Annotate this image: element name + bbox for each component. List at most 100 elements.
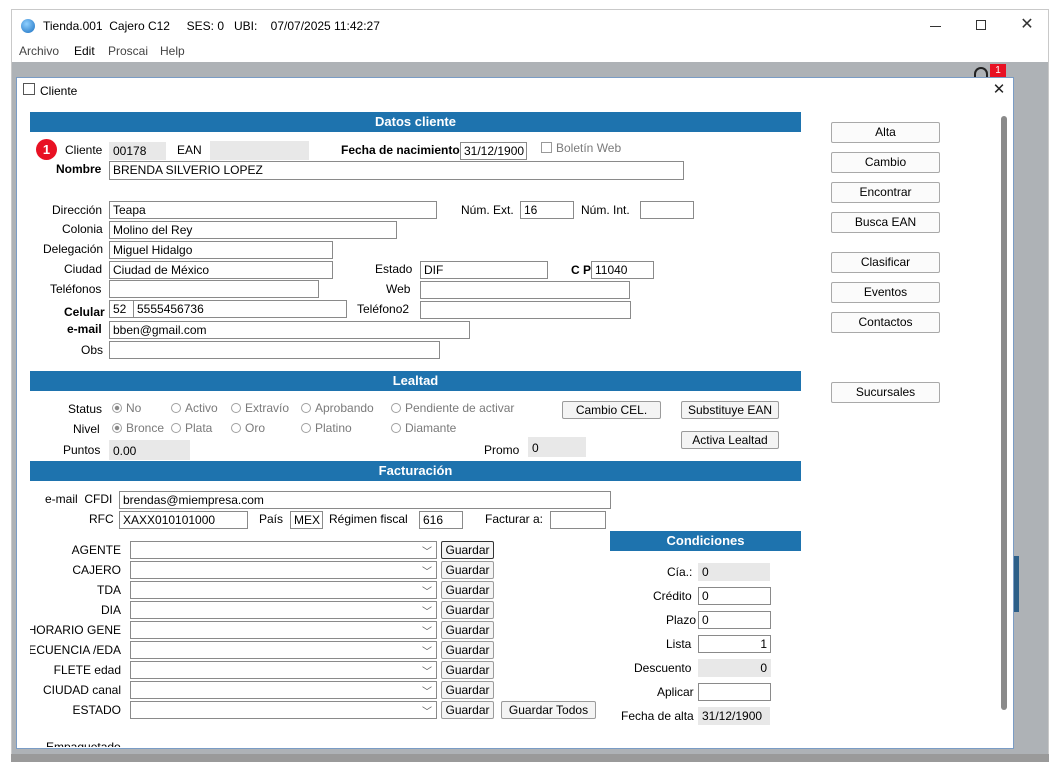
chevron-down-icon: ﹀ [422, 567, 432, 578]
frecuencia-dropdown[interactable]: ﹀ [130, 641, 437, 659]
maximize-icon[interactable] [967, 16, 997, 36]
status-radio-extravio[interactable]: Extravío [231, 401, 289, 415]
combo-label-ciudad-canal: CIUDAD canal [42, 683, 121, 697]
telefono2-label: Teléfono2 [357, 302, 410, 316]
obs-field[interactable] [109, 341, 440, 359]
pais-label: País [259, 512, 284, 526]
telefono2-field[interactable] [420, 301, 631, 319]
dia-dropdown[interactable]: ﹀ [130, 601, 437, 619]
cia-label: Cía.: [667, 565, 693, 579]
notification-badge: 1 [990, 64, 1006, 77]
web-field[interactable] [420, 281, 630, 299]
tda-dropdown[interactable]: ﹀ [130, 581, 437, 599]
telefonos-field[interactable] [109, 280, 319, 298]
frecuencia-guardar-button[interactable]: Guardar [441, 641, 494, 659]
num-int-field[interactable] [640, 201, 694, 219]
eventos-button[interactable]: Eventos [831, 282, 940, 303]
celular-lada-field[interactable]: 52 [109, 300, 134, 318]
nivel-radio-platino[interactable]: Platino [301, 421, 352, 435]
menu-archivo[interactable]: Archivo [19, 44, 59, 58]
status-radio-activo[interactable]: Activo [171, 401, 218, 415]
nivel-radio-diamante[interactable]: Diamante [391, 421, 456, 435]
estado-dropdown[interactable]: ﹀ [130, 701, 437, 719]
num-ext-field[interactable]: 16 [520, 201, 574, 219]
busca-ean-button[interactable]: Busca EAN [831, 212, 940, 233]
ciudad-canal-dropdown[interactable]: ﹀ [130, 681, 437, 699]
fecha-nacimiento-label: Fecha de nacimiento [341, 143, 460, 157]
sucursales-button[interactable]: Sucursales [831, 382, 940, 403]
app-globe-icon [21, 19, 35, 33]
chevron-down-icon: ﹀ [422, 607, 432, 618]
fecha-nacimiento-field[interactable]: 31/12/1900 [460, 142, 527, 160]
email-field[interactable]: bben@gmail.com [109, 321, 470, 339]
chevron-down-icon: ﹀ [422, 547, 432, 558]
contactos-button[interactable]: Contactos [831, 312, 940, 333]
estado-guardar-button[interactable]: Guardar [441, 701, 494, 719]
encontrar-button[interactable]: Encontrar [831, 182, 940, 203]
cambio-cel-button[interactable]: Cambio CEL. [562, 401, 661, 419]
ean-field[interactable] [210, 141, 309, 160]
ciudad-canal-guardar-button[interactable]: Guardar [441, 681, 494, 699]
facturar-a-field[interactable] [550, 511, 606, 529]
estado-field[interactable]: DIF [420, 261, 548, 279]
plazo-label: Plazo [666, 613, 697, 627]
dia-guardar-button[interactable]: Guardar [441, 601, 494, 619]
cliente-number-field[interactable]: 00178 [109, 142, 166, 160]
lista-field[interactable]: 1 [698, 635, 771, 653]
nivel-radio-bronce[interactable]: Bronce [112, 421, 164, 435]
pais-field[interactable]: MEX [290, 511, 323, 529]
menu-edit[interactable]: Edit [74, 44, 95, 58]
section-facturacion: Facturación [30, 461, 801, 481]
minimize-icon[interactable] [922, 16, 952, 36]
alta-button[interactable]: Alta [831, 122, 940, 143]
dialog-close-icon[interactable]: ✕ [989, 80, 1009, 98]
agente-dropdown[interactable]: ﹀ [130, 541, 437, 559]
combo-label-dia: DIA [100, 603, 121, 617]
activa-lealtad-button[interactable]: Activa Lealtad [681, 431, 779, 449]
email-cfdi-field[interactable]: brendas@miempresa.com [119, 491, 611, 509]
num-ext-label: Núm. Ext. [461, 203, 514, 217]
ciudad-field[interactable]: Ciudad de México [109, 261, 333, 279]
aplicar-field[interactable] [698, 683, 771, 701]
substituye-ean-button[interactable]: Substituye EAN [681, 401, 779, 419]
aplicar-label: Aplicar [657, 685, 694, 699]
menu-proscai[interactable]: Proscai [108, 44, 148, 58]
menu-help[interactable]: Help [160, 44, 185, 58]
agente-guardar-button[interactable]: Guardar [441, 541, 494, 559]
flete-dropdown[interactable]: ﹀ [130, 661, 437, 679]
cajero-dropdown[interactable]: ﹀ [130, 561, 437, 579]
vertical-scrollbar[interactable] [1001, 116, 1007, 710]
nivel-radio-oro[interactable]: Oro [231, 421, 265, 435]
credito-field[interactable]: 0 [698, 587, 771, 605]
cambio-button[interactable]: Cambio [831, 152, 940, 173]
status-radio-no[interactable]: No [112, 401, 141, 415]
clasificar-button[interactable]: Clasificar [831, 252, 940, 273]
horario-guardar-button[interactable]: Guardar [441, 621, 494, 639]
status-radio-pendiente[interactable]: Pendiente de activar [391, 401, 514, 415]
guardar-todos-button[interactable]: Guardar Todos [501, 701, 596, 719]
boletin-web-checkbox[interactable] [541, 142, 552, 153]
nombre-field[interactable]: BRENDA SILVERIO LOPEZ [109, 161, 684, 180]
plazo-field[interactable]: 0 [698, 611, 771, 629]
close-window-icon[interactable]: ✕ [1012, 14, 1042, 36]
delegacion-field[interactable]: Miguel Hidalgo [109, 241, 333, 259]
puntos-label: Puntos [63, 443, 101, 457]
delegacion-label: Delegación [43, 242, 104, 256]
colonia-field[interactable]: Molino del Rey [109, 221, 397, 239]
tda-guardar-button[interactable]: Guardar [441, 581, 494, 599]
horario-dropdown[interactable]: ﹀ [130, 621, 437, 639]
direccion-field[interactable]: Teapa [109, 201, 437, 219]
window-title: Tienda.001 Cajero C12 SES: 0 UBI: 07/07/… [43, 19, 380, 33]
celular-field[interactable]: 5555456736 [133, 300, 347, 318]
regimen-fiscal-field[interactable]: 616 [419, 511, 463, 529]
num-int-label: Núm. Int. [581, 203, 630, 217]
flete-guardar-button[interactable]: Guardar [441, 661, 494, 679]
celular-label: Celular [64, 305, 105, 319]
nivel-radio-plata[interactable]: Plata [171, 421, 212, 435]
chevron-down-icon: ﹀ [422, 587, 432, 598]
cajero-guardar-button[interactable]: Guardar [441, 561, 494, 579]
cp-field[interactable]: 11040 [591, 261, 654, 279]
menu-bar: Archivo Edit Proscai Help [12, 42, 1048, 62]
rfc-field[interactable]: XAXX010101000 [119, 511, 248, 529]
status-radio-aprobando[interactable]: Aprobando [301, 401, 374, 415]
